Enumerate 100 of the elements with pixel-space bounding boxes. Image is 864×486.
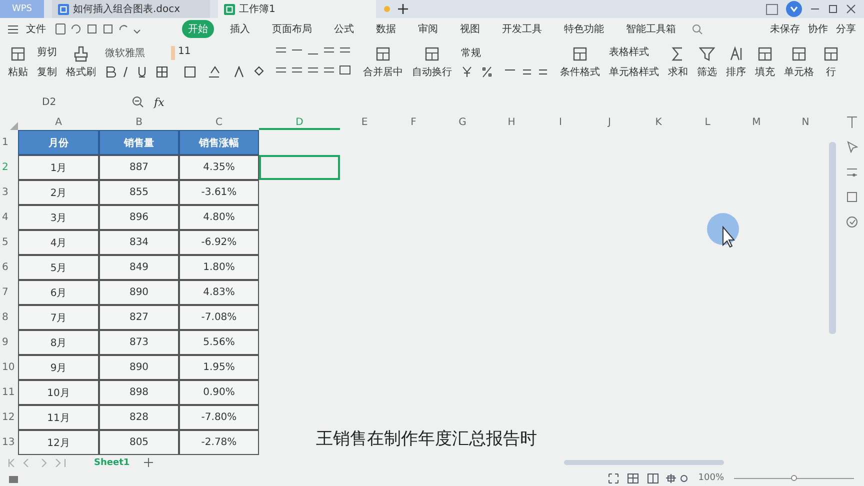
ribbon-button[interactable]: 条件格式 bbox=[560, 46, 600, 78]
column-header[interactable]: C bbox=[179, 116, 259, 130]
menu-icon[interactable] bbox=[8, 24, 18, 34]
document-tab[interactable]: 工作簿1 bbox=[218, 0, 376, 18]
vertical-scrollbar[interactable] bbox=[829, 142, 836, 334]
table-cell: 855 bbox=[99, 180, 179, 205]
row-header[interactable]: 7 bbox=[0, 280, 18, 305]
row-header[interactable]: 6 bbox=[0, 255, 18, 280]
ribbon-button[interactable]: 剪切 bbox=[37, 45, 57, 59]
table-cell: 1月 bbox=[18, 155, 99, 180]
ribbon-tab[interactable]: 智能工具箱 bbox=[620, 20, 682, 38]
new-tab-icon[interactable] bbox=[398, 4, 408, 14]
column-header[interactable]: N bbox=[781, 116, 830, 130]
row-header[interactable]: 10 bbox=[0, 355, 18, 380]
ribbon-button[interactable]: 格式刷 bbox=[66, 46, 96, 78]
row-header[interactable]: 3 bbox=[0, 180, 18, 205]
ribbon-tab[interactable]: 特色功能 bbox=[558, 20, 610, 38]
ribbon-button[interactable]: 表格样式 bbox=[609, 45, 659, 59]
ribbon-button[interactable]: 填充 bbox=[755, 46, 775, 78]
horizontal-scrollbar[interactable] bbox=[564, 460, 724, 465]
toolbar-action[interactable]: 分享 bbox=[836, 22, 856, 36]
text-format-icons[interactable] bbox=[105, 66, 265, 78]
row-header[interactable]: 4 bbox=[0, 205, 18, 230]
column-header[interactable]: I bbox=[536, 116, 585, 130]
toolbar-action[interactable]: 协作 bbox=[808, 22, 828, 36]
add-sheet-icon[interactable] bbox=[144, 458, 153, 467]
ribbon-tab[interactable]: 审阅 bbox=[412, 20, 444, 38]
row-header[interactable]: 12 bbox=[0, 405, 18, 430]
ribbon-button[interactable]: 单元格样式 bbox=[609, 65, 659, 79]
zoom-level: 100% bbox=[698, 473, 724, 483]
text-icon[interactable] bbox=[846, 116, 858, 128]
table-cell: -3.61% bbox=[179, 180, 259, 205]
status-dot-icon bbox=[384, 6, 390, 12]
window-badge-icon[interactable] bbox=[766, 4, 778, 14]
column-header[interactable]: F bbox=[389, 116, 438, 130]
font-size-select[interactable]: 11 bbox=[171, 46, 218, 60]
view-mode-icons[interactable] bbox=[608, 472, 688, 484]
zoom-slider[interactable] bbox=[791, 474, 797, 480]
maximize-icon[interactable] bbox=[828, 4, 838, 14]
table-cell: 12月 bbox=[18, 430, 99, 455]
ribbon-button[interactable]: 排序 bbox=[726, 46, 746, 78]
document-icon bbox=[58, 4, 69, 14]
document-tab[interactable]: 如何插入组合图表.docx bbox=[52, 0, 210, 18]
column-header[interactable]: J bbox=[585, 116, 634, 130]
pointer-icon[interactable] bbox=[846, 141, 858, 153]
table-cell: 6月 bbox=[18, 280, 99, 305]
toolbar-action[interactable]: 未保存 bbox=[770, 22, 800, 36]
ribbon-tab[interactable]: 页面布局 bbox=[266, 20, 318, 38]
table-cell: 1.80% bbox=[179, 255, 259, 280]
ribbon-button[interactable]: 自动换行 bbox=[412, 46, 452, 78]
table-cell: -6.92% bbox=[179, 230, 259, 255]
ribbon-tab[interactable]: 公式 bbox=[328, 20, 360, 38]
table-cell: 828 bbox=[99, 405, 179, 430]
table-cell: 8月 bbox=[18, 330, 99, 355]
ribbon-button[interactable]: 粘贴 bbox=[8, 46, 28, 78]
column-header[interactable]: G bbox=[438, 116, 487, 130]
column-header[interactable]: H bbox=[487, 116, 536, 130]
search-icon[interactable] bbox=[692, 24, 703, 34]
column-header[interactable]: M bbox=[732, 116, 781, 130]
column-header[interactable]: A bbox=[18, 116, 99, 130]
selected-cell[interactable] bbox=[259, 155, 340, 180]
ribbon-tab[interactable]: 视图 bbox=[454, 20, 486, 38]
ribbon-button[interactable]: 筛选 bbox=[697, 46, 717, 78]
row-header[interactable]: 13 bbox=[0, 430, 18, 455]
row-header[interactable]: 1 bbox=[0, 130, 18, 155]
column-header[interactable]: B bbox=[99, 116, 179, 130]
table-cell: 890 bbox=[99, 280, 179, 305]
select-all-corner[interactable] bbox=[10, 122, 18, 130]
close-icon[interactable] bbox=[846, 4, 856, 14]
column-header[interactable]: K bbox=[634, 116, 683, 130]
ribbon-button[interactable]: 单元格 bbox=[784, 46, 814, 78]
ribbon-button[interactable]: 行 bbox=[823, 46, 839, 78]
table-cell: 4.80% bbox=[179, 205, 259, 230]
ribbon-tab[interactable]: 插入 bbox=[224, 20, 256, 38]
row-header[interactable]: 11 bbox=[0, 380, 18, 405]
ribbon-tab[interactable]: 开发工具 bbox=[496, 20, 548, 38]
ribbon-button[interactable]: 求和 bbox=[668, 46, 688, 78]
table-cell: 827 bbox=[99, 305, 179, 330]
row-header[interactable]: 5 bbox=[0, 230, 18, 255]
ribbon-tab[interactable]: 数据 bbox=[370, 20, 402, 38]
column-header[interactable]: L bbox=[683, 116, 732, 130]
row-header[interactable]: 8 bbox=[0, 305, 18, 330]
table-cell: 10月 bbox=[18, 380, 99, 405]
sliders-icon[interactable] bbox=[846, 166, 858, 178]
row-header[interactable]: 9 bbox=[0, 330, 18, 355]
function-label[interactable]: fx bbox=[154, 96, 164, 108]
name-box[interactable]: D2 bbox=[42, 96, 92, 108]
panel-icon[interactable] bbox=[846, 191, 858, 203]
table-cell: 2月 bbox=[18, 180, 99, 205]
ribbon-button[interactable]: 合并居中 bbox=[363, 46, 403, 78]
zoom-icon[interactable] bbox=[132, 96, 144, 108]
table-cell: 11月 bbox=[18, 405, 99, 430]
number-format-select[interactable]: 常规 bbox=[461, 46, 541, 60]
file-menu[interactable]: 文件 bbox=[26, 22, 46, 36]
font-select[interactable]: 微软雅黑 bbox=[105, 46, 165, 60]
ribbon-button[interactable]: 复制 bbox=[37, 65, 57, 79]
help-icon[interactable] bbox=[846, 216, 858, 228]
column-header[interactable]: E bbox=[340, 116, 389, 130]
table-cell: 9月 bbox=[18, 355, 99, 380]
brush-icon bbox=[73, 46, 89, 62]
